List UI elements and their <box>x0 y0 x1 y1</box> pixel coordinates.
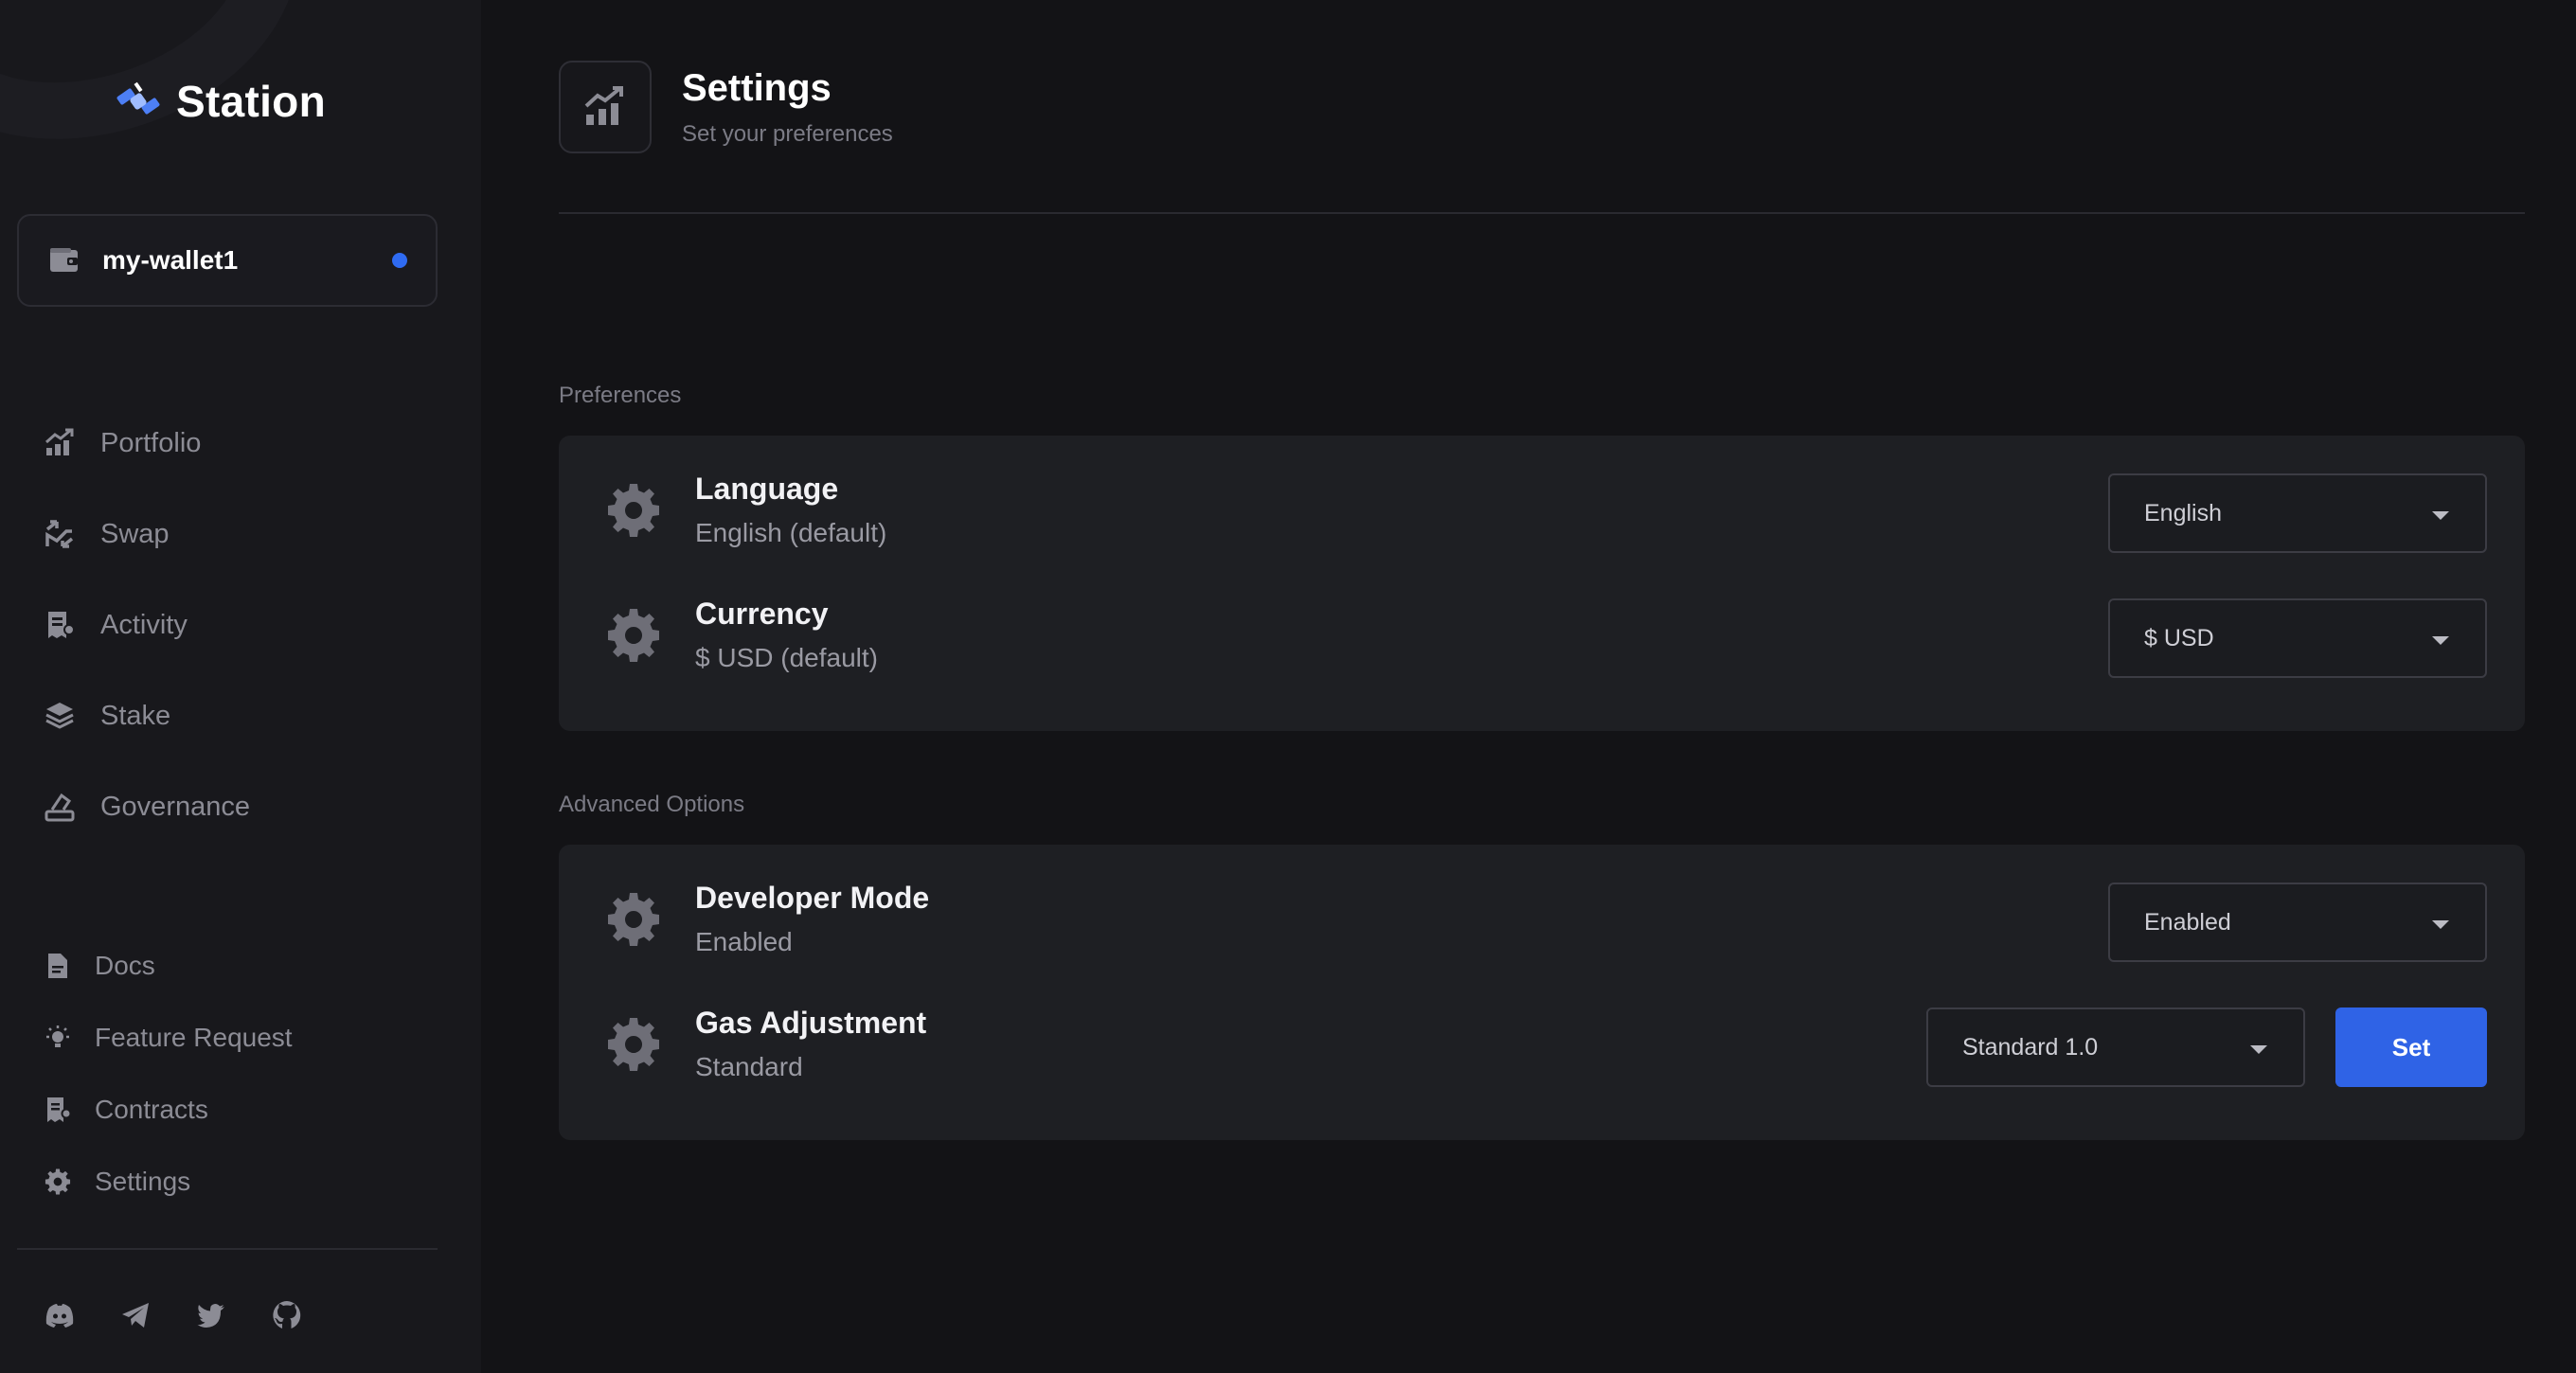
preferences-card: Language English (default) English Curre… <box>559 436 2525 731</box>
section-label-preferences: Preferences <box>559 383 682 408</box>
nav-item-settings[interactable]: Settings <box>44 1146 293 1218</box>
nav-label-contracts: Contracts <box>95 1095 208 1124</box>
wallet-selector[interactable]: my-wallet1 <box>17 214 438 307</box>
setting-value: $ USD (default) <box>695 643 878 672</box>
header-divider <box>559 212 2525 214</box>
receipt-icon <box>44 609 76 641</box>
gear-icon <box>604 606 663 665</box>
social-links <box>44 1299 303 1331</box>
page-header: Settings Set your preferences <box>559 61 893 153</box>
gear-icon <box>604 890 663 949</box>
setting-row-language: Language English (default) English <box>559 451 2525 576</box>
brand-name: Station <box>176 77 326 126</box>
discord-icon[interactable] <box>44 1299 76 1331</box>
set-button[interactable]: Set <box>2335 1007 2487 1087</box>
setting-value: English (default) <box>695 518 887 547</box>
setting-row-currency: Currency $ USD (default) $ USD <box>559 576 2525 701</box>
main-nav: Portfolio Swap Activity Stake Governance <box>44 398 250 852</box>
select-value: English <box>2144 499 2222 526</box>
telegram-icon[interactable] <box>119 1299 152 1331</box>
nav-item-governance[interactable]: Governance <box>44 761 250 852</box>
developer-mode-select[interactable]: Enabled <box>2108 883 2487 962</box>
advanced-card: Developer Mode Enabled Enabled Gas Adjus… <box>559 845 2525 1140</box>
currency-select[interactable]: $ USD <box>2108 598 2487 678</box>
nav-item-portfolio[interactable]: Portfolio <box>44 398 250 489</box>
gear-icon <box>604 481 663 540</box>
nav-label-swap: Swap <box>100 518 170 549</box>
nav-label-feature-request: Feature Request <box>95 1023 293 1052</box>
nav-label-stake: Stake <box>100 700 171 731</box>
nav-label-docs: Docs <box>95 951 155 980</box>
swap-icon <box>44 518 76 550</box>
receipt-icon <box>44 1096 72 1124</box>
setting-title: Developer Mode <box>695 881 930 915</box>
setting-row-developer-mode: Developer Mode Enabled Enabled <box>559 860 2525 985</box>
logo[interactable]: Station <box>114 76 326 127</box>
setting-value: Standard <box>695 1052 803 1081</box>
section-label-advanced: Advanced Options <box>559 792 745 817</box>
chevron-down-icon <box>2250 1045 2267 1054</box>
wallet-icon <box>49 247 80 274</box>
setting-title: Currency <box>695 597 829 631</box>
main-content: Settings Set your preferences Preference… <box>481 0 2576 1373</box>
lightbulb-icon <box>44 1024 72 1052</box>
chevron-down-icon <box>2432 511 2449 520</box>
page-title: Settings <box>682 66 832 109</box>
wallet-name: my-wallet1 <box>102 245 239 275</box>
nav-item-feature-request[interactable]: Feature Request <box>44 1002 293 1074</box>
chevron-down-icon <box>2432 636 2449 645</box>
chart-icon <box>44 427 76 459</box>
secondary-nav: Docs Feature Request Contracts Settings <box>44 930 293 1218</box>
chart-icon <box>559 61 652 153</box>
layers-icon <box>44 700 76 732</box>
github-icon[interactable] <box>271 1299 303 1331</box>
nav-item-activity[interactable]: Activity <box>44 580 250 670</box>
vote-icon <box>44 791 76 823</box>
gear-icon <box>604 1015 663 1074</box>
sidebar: Station my-wallet1 Portfolio Swap Activi… <box>0 0 481 1373</box>
wallet-status-dot <box>392 253 407 268</box>
satellite-logo-icon <box>114 77 163 126</box>
nav-item-docs[interactable]: Docs <box>44 930 293 1002</box>
nav-label-portfolio: Portfolio <box>100 427 202 458</box>
setting-row-gas-adjustment: Gas Adjustment Standard Standard 1.0 Set <box>559 985 2525 1110</box>
nav-label-settings: Settings <box>95 1167 191 1196</box>
chevron-down-icon <box>2432 920 2449 929</box>
select-value: Standard 1.0 <box>1962 1033 2099 1061</box>
doc-icon <box>44 952 72 980</box>
gear-icon <box>44 1168 72 1196</box>
page-subtitle: Set your preferences <box>682 120 893 147</box>
language-select[interactable]: English <box>2108 473 2487 553</box>
setting-title: Language <box>695 472 839 506</box>
app-root: Station my-wallet1 Portfolio Swap Activi… <box>0 0 2576 1373</box>
gas-adjustment-select[interactable]: Standard 1.0 <box>1926 1007 2305 1087</box>
nav-item-swap[interactable]: Swap <box>44 489 250 580</box>
select-value: $ USD <box>2144 624 2214 651</box>
nav-label-activity: Activity <box>100 609 188 640</box>
nav-item-stake[interactable]: Stake <box>44 670 250 761</box>
twitter-icon[interactable] <box>195 1299 227 1331</box>
sidebar-divider <box>17 1248 438 1250</box>
nav-label-governance: Governance <box>100 791 250 822</box>
setting-title: Gas Adjustment <box>695 1006 927 1040</box>
nav-item-contracts[interactable]: Contracts <box>44 1074 293 1146</box>
select-value: Enabled <box>2144 908 2231 936</box>
setting-value: Enabled <box>695 927 793 956</box>
